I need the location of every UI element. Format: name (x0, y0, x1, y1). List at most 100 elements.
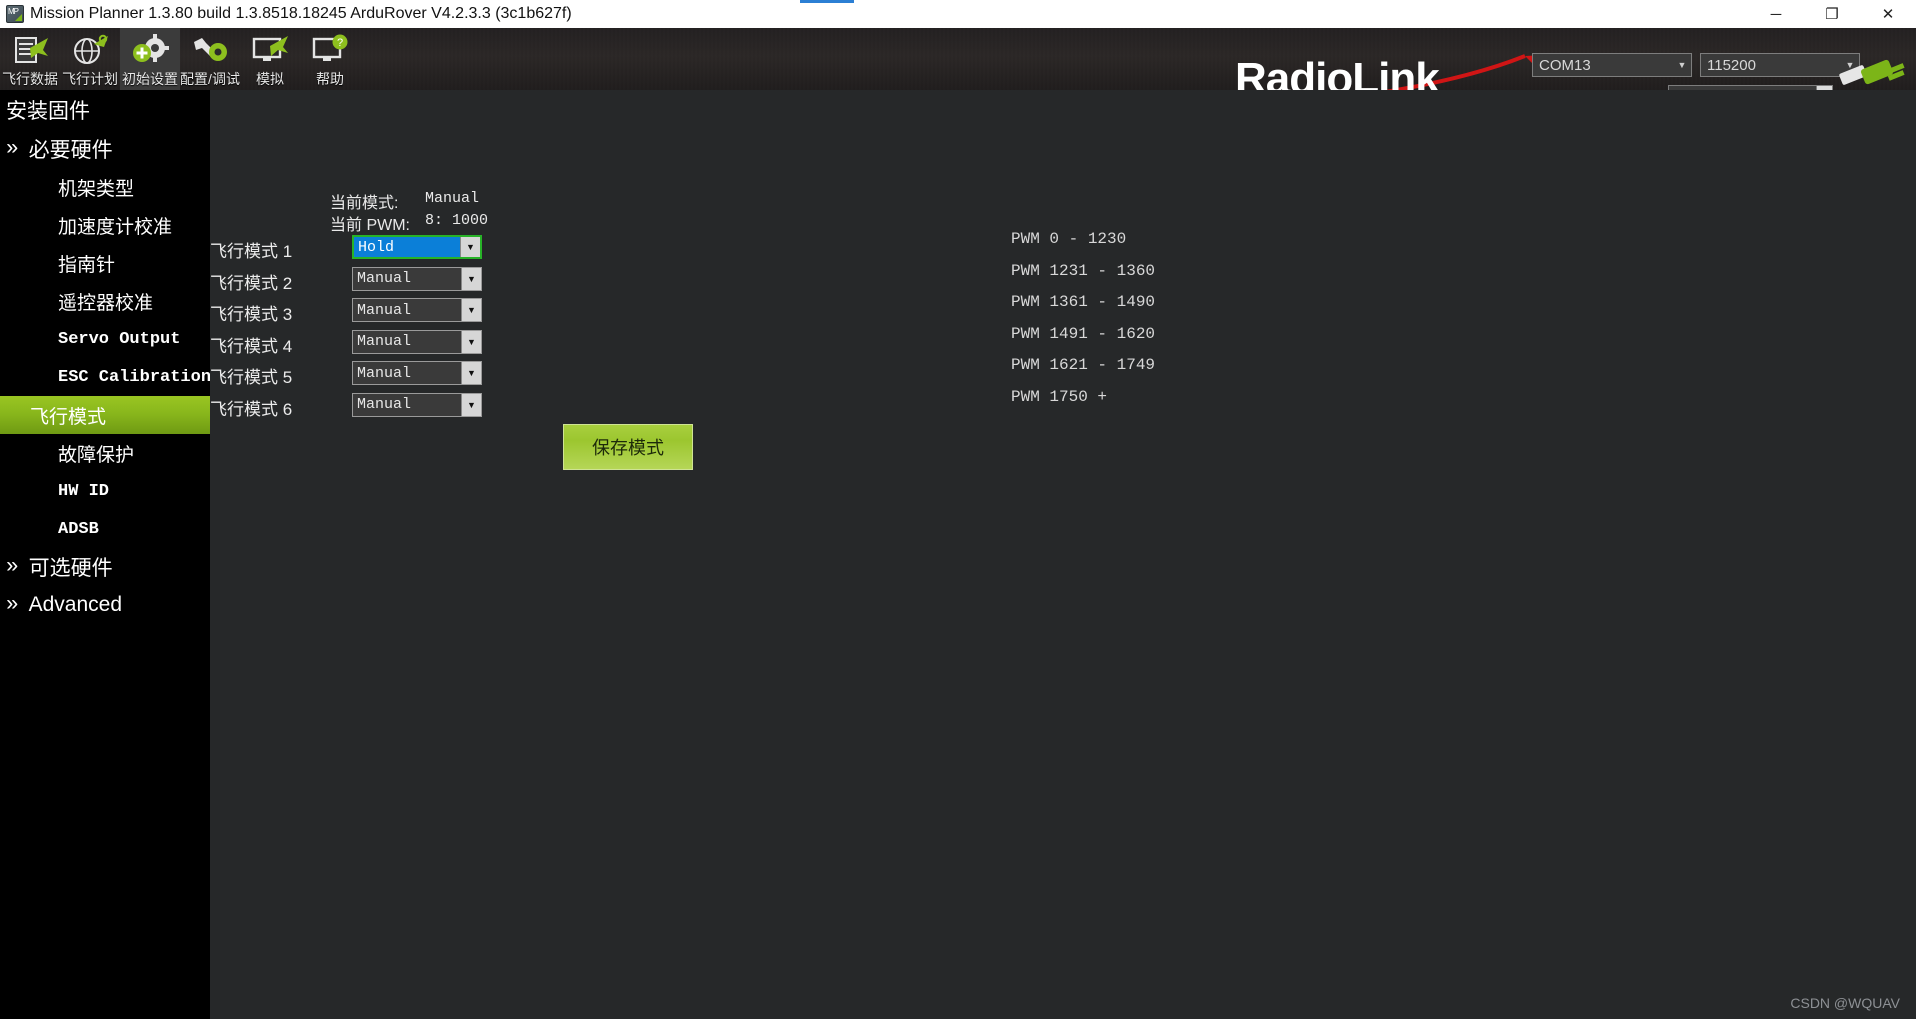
flight-mode-label-1: 飞行模式 1 (210, 242, 293, 261)
sidebar-item-4[interactable]: 指南针 (0, 244, 210, 282)
current-mode-label: 当前模式: (330, 195, 399, 212)
sidebar-item-label: 故障保护 (58, 444, 135, 466)
sidebar-item-label: 加速度计校准 (58, 216, 173, 238)
radiolink-wordmark: RadioLink (1235, 54, 1440, 90)
pwm-range-4: PWM 1491 - 1620 (1011, 324, 1156, 343)
current-pwm-value: 8: 1000 (425, 212, 489, 229)
flight-mode-select-4[interactable]: Manual ▼ (352, 329, 482, 354)
title-bar: MP Mission Planner 1.3.80 build 1.3.8518… (0, 0, 1916, 28)
baud-rate-value: 115200 (1707, 56, 1756, 74)
sidebar-item-11[interactable]: ADSB (0, 510, 210, 548)
sidebar-item-label: 指南针 (58, 254, 116, 276)
sidebar-item-5[interactable]: 遥控器校准 (0, 282, 210, 320)
maximize-button[interactable]: ❐ (1804, 0, 1860, 28)
sidebar-item-12[interactable]: » 可选硬件 (0, 548, 210, 586)
chevron-down-icon[interactable]: ▼ (461, 299, 481, 321)
menu-item-4[interactable]: 配置/调试 (180, 28, 240, 90)
sidebar-item-label: 必要硬件 (28, 139, 113, 162)
flight-mode-value-3: Manual (357, 301, 412, 319)
sidebar-header-install-firmware[interactable]: 安装固件 (0, 90, 210, 130)
menu-item-2[interactable]: 飞行计划 (60, 28, 120, 90)
sidebar-item-label: Servo Output (58, 329, 181, 349)
menu-item-6[interactable]: ? 帮助 (300, 28, 360, 90)
menu-item-label: 初始设置 (122, 71, 178, 87)
flight-mode-label-3: 飞行模式 3 (210, 305, 293, 324)
menu-item-label: 帮助 (316, 71, 344, 87)
mission-planner-window: MP Mission Planner 1.3.80 build 1.3.8518… (0, 0, 1916, 1019)
flight-mode-select-3[interactable]: Manual ▼ (352, 298, 482, 322)
flight-modes-panel: 当前模式: Manual 当前 PWM: 8: 1000 飞行模式 1 Hold ▼… (210, 90, 1916, 1019)
flight-mode-label-2: 飞行模式 2 (210, 273, 293, 293)
title-accent-underline (800, 0, 854, 3)
sidebar-item-label: HW ID (58, 481, 110, 501)
chevron-down-icon[interactable]: ▼ (460, 237, 480, 257)
sidebar-item-label: 飞行模式 (30, 406, 107, 428)
plug-connected-icon (1839, 59, 1905, 85)
menu-item-5[interactable]: 模拟 (240, 28, 300, 90)
chevron-right-icon: » (6, 555, 19, 579)
sidebar-item-3[interactable]: 加速度计校准 (0, 206, 210, 244)
chevron-down-icon[interactable]: ▼ (461, 393, 481, 416)
chevron-down-icon[interactable]: ▼ (461, 330, 481, 353)
chevron-down-icon: ▼ (1677, 60, 1687, 70)
menu-item-label: 飞行计划 (62, 71, 118, 87)
chevron-down-icon[interactable]: ▼ (461, 267, 481, 290)
flight-mode-select-6[interactable]: Manual ▼ (352, 392, 482, 417)
sidebar-item-9[interactable]: 故障保护 (0, 434, 210, 472)
app-icon: MP (6, 5, 24, 23)
close-button[interactable]: ✕ (1860, 0, 1916, 28)
sidebar-item-label: 可选硬件 (28, 557, 113, 580)
main-menu: 飞行数据 飞行计划 初始设置 配置/调试 模拟? 帮助 (0, 28, 360, 90)
sidebar-item-13[interactable]: » Advanced (0, 586, 210, 624)
help-icon: ? (310, 32, 350, 73)
initial-setup-icon (130, 32, 170, 73)
flight-plan-icon (70, 32, 110, 73)
chevron-right-icon: » (6, 137, 19, 161)
flight-mode-value-5: Manual (357, 364, 412, 382)
sidebar-item-8[interactable]: 飞行模式 (0, 396, 226, 434)
config-tuning-icon (190, 32, 230, 73)
chevron-right-icon: » (6, 593, 19, 617)
pwm-range-3: PWM 1361 - 1490 (1011, 293, 1156, 311)
sidebar-item-7[interactable]: ESC Calibration (0, 358, 212, 396)
top-toolbar: 飞行数据 飞行计划 初始设置 配置/调试 模拟? 帮助 RadioLink COM13 ▼… (0, 28, 1916, 90)
flight-mode-value-1: Hold (354, 237, 460, 257)
flight-mode-value-6: Manual (357, 396, 412, 413)
window-title: Mission Planner 1.3.80 build 1.3.8518.18… (30, 5, 572, 22)
sidebar-item-6[interactable]: Servo Output (0, 320, 210, 358)
sidebar-item-label: ESC Calibration (58, 367, 212, 387)
pwm-range-1: PWM 0 - 1230 (1011, 230, 1127, 248)
menu-item-label: 配置/调试 (180, 71, 240, 87)
sidebar-item-10[interactable]: HW ID (0, 472, 210, 510)
menu-item-1[interactable]: 飞行数据 (0, 28, 60, 90)
minimize-button[interactable]: ─ (1748, 0, 1804, 28)
sidebar-item-1[interactable]: » 必要硬件 (0, 130, 210, 168)
pwm-range-5: PWM 1621 - 1749 (1011, 356, 1156, 374)
flight-mode-label-5: 飞行模式 5 (210, 368, 293, 387)
flight-mode-select-5[interactable]: Manual ▼ (352, 361, 482, 385)
svg-text:?: ? (337, 37, 343, 49)
baud-rate-select[interactable]: 115200 ▼ (1700, 53, 1860, 77)
menu-item-label: 模拟 (256, 71, 284, 87)
menu-item-3[interactable]: 初始设置 (120, 28, 180, 90)
radiolink-logo: RadioLink (1225, 52, 1565, 90)
flight-data-icon (10, 32, 50, 73)
flight-mode-label-6: 飞行模式 6 (210, 399, 293, 419)
sidebar-item-2[interactable]: 机架类型 (0, 168, 210, 206)
sidebar-list: » 必要硬件机架类型加速度计校准 指南针遥控器校准 Servo Output ESC C… (0, 130, 226, 624)
sidebar-item-label: ADSB (58, 519, 99, 539)
chevron-down-icon[interactable]: ▼ (461, 362, 481, 384)
watermark: CSDN @WQUAV (1790, 995, 1900, 1011)
pwm-range-6: PWM 1750 + (1011, 387, 1108, 406)
setup-sidebar: 安装固件 » 必要硬件机架类型加速度计校准 指南针遥控器校准 Servo Output… (0, 90, 226, 1019)
current-mode-value: Manual (425, 190, 480, 207)
save-modes-button[interactable]: 保存模式 (563, 424, 693, 470)
flight-mode-value-4: Manual (357, 333, 412, 350)
sidebar-item-label: 机架类型 (58, 178, 135, 200)
flight-mode-select-1[interactable]: Hold ▼ (352, 235, 482, 259)
flight-mode-select-2[interactable]: Manual ▼ (352, 266, 482, 291)
pwm-range-2: PWM 1231 - 1360 (1011, 261, 1156, 280)
simulation-icon (250, 32, 290, 73)
com-port-select[interactable]: COM13 ▼ (1532, 53, 1692, 77)
com-port-value: COM13 (1539, 56, 1591, 74)
